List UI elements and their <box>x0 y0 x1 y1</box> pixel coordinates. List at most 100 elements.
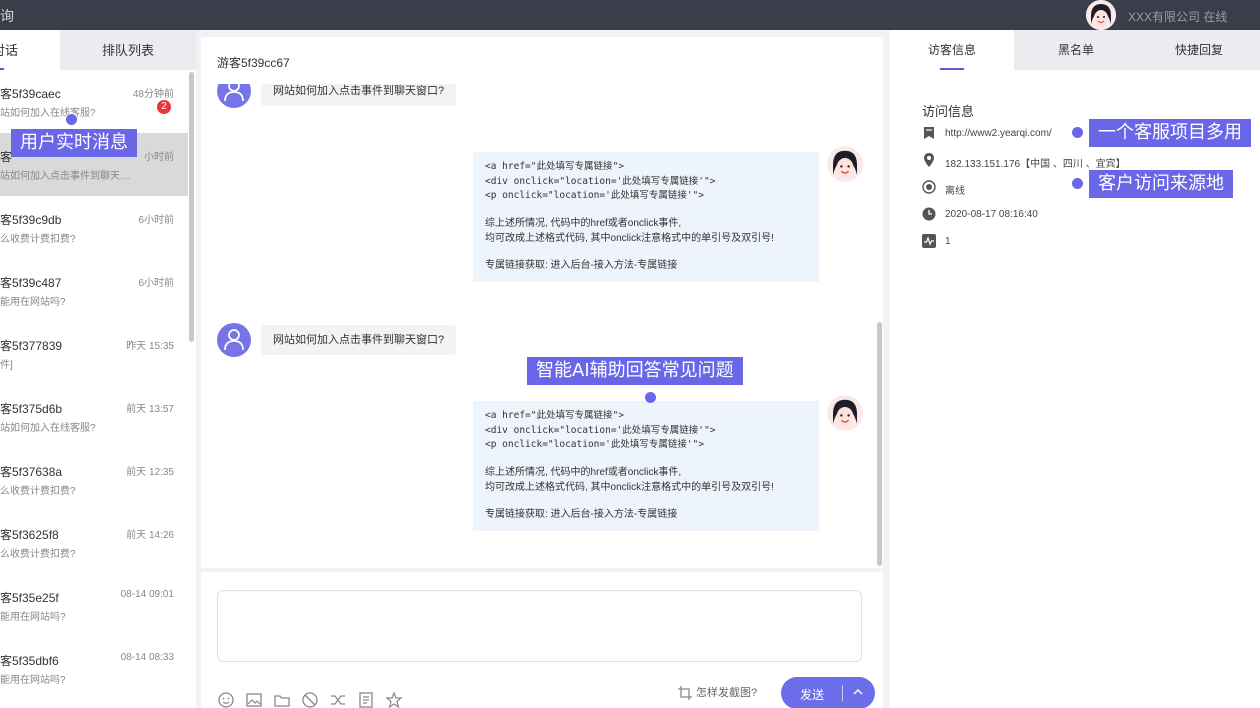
tab-queue[interactable]: 排队列表 <box>60 30 196 70</box>
app-title: 询 <box>0 8 14 24</box>
answer-line: 专属链接获取: 进入后台-接入方法-专属链接 <box>485 508 678 520</box>
folder-icon[interactable] <box>273 691 291 708</box>
activity-icon <box>922 234 936 248</box>
conversation-scrollbar[interactable] <box>189 72 194 342</box>
tab-visitor-info[interactable]: 访客信息 <box>890 30 1014 70</box>
annotation-dot <box>644 391 657 404</box>
tab-blacklist-label: 黑名单 <box>1057 43 1094 57</box>
user-icon <box>224 329 244 351</box>
message-composer: 怎样发截图? 发送 <box>201 572 883 708</box>
tab-quick-reply[interactable]: 快捷回复 <box>1138 30 1260 70</box>
visit-status: 离线 <box>945 186 965 197</box>
chat-scrollbar[interactable] <box>877 322 882 566</box>
smile-icon[interactable] <box>217 691 235 708</box>
screenshot-help-label: 怎样发截图? <box>696 687 758 699</box>
visitor-name: 客5f35dbf6 <box>0 654 59 668</box>
visit-location: 182.133.151.176【中国 、四川 、宜宾】 <box>945 159 1126 170</box>
message-preview: 站如何加入在线客服? <box>0 108 96 119</box>
chat-visitor-name: 游客5f39cc67 <box>217 56 290 70</box>
message-input[interactable] <box>217 590 862 662</box>
send-button-label: 发送 <box>800 688 825 702</box>
visit-count: 1 <box>945 236 951 247</box>
tab-visitor-info-label: 访客信息 <box>927 43 976 57</box>
star-icon[interactable] <box>385 691 403 708</box>
info-tabs: 访客信息 黑名单 快捷回复 <box>890 30 1260 70</box>
message-preview: 么收费计费扣费? <box>0 234 76 245</box>
list-item[interactable]: 客5f377839 昨天 15:35 件] <box>0 322 188 385</box>
visitor-name: 客5f39c9db <box>0 213 62 227</box>
bookmark-icon <box>924 127 934 139</box>
visitor-name: 客5f3625f8 <box>0 528 59 542</box>
message-time: 小时前 <box>144 152 174 163</box>
message-preview: 站如何加入在线客服? <box>0 423 96 434</box>
answer-line: 综上述所情况, 代码中的href或者onclick事件, <box>485 466 682 478</box>
agent-face-icon <box>827 146 863 182</box>
list-item[interactable]: 客5f39caec 48分钟前 站如何加入在线客服? 2 <box>0 70 188 133</box>
message-preview: 么收费计费扣费? <box>0 549 76 560</box>
list-item[interactable]: 客5f35e25f 08-14 09:01 能用在网站吗? <box>0 574 188 637</box>
visit-url[interactable]: http://www2.yearqi.com/ <box>945 128 1052 139</box>
visitor-avatar <box>217 84 251 108</box>
unread-badge: 2 <box>157 100 171 114</box>
chat-messages: 网站如何加入点击事件到聊天窗口? <a href="此处填写专属链接"> <di… <box>201 84 883 568</box>
agent-face-icon <box>827 395 863 431</box>
top-bar: 询 XXX有限公司 在线 <box>0 0 1260 30</box>
visitor-name: 客5f377839 <box>0 339 63 353</box>
visitor-avatar <box>217 323 251 357</box>
message-time: 前天 12:35 <box>126 467 174 478</box>
agent-message: <a href="此处填写专属链接"> <div onclick="locati… <box>473 152 819 282</box>
tab-blacklist[interactable]: 黑名单 <box>1014 30 1138 70</box>
message-time: 08-14 08:33 <box>120 652 174 663</box>
annotation-dot <box>1071 126 1084 139</box>
answer-line: 综上述所情况, 代码中的href或者onclick事件, <box>485 217 682 229</box>
user-icon <box>224 84 244 102</box>
answer-line: 均可改成上述格式代码, 其中onclick注意格式中的单引号及双引号! <box>485 481 774 493</box>
message-time: 6小时前 <box>138 278 174 289</box>
visitor-name: 客5f35e25f <box>0 591 59 605</box>
agent-avatar[interactable] <box>1086 0 1116 30</box>
chevron-up-icon[interactable] <box>851 685 865 699</box>
list-item[interactable]: 客5f39c487 6小时前 能用在网站吗? <box>0 259 188 322</box>
image-icon[interactable] <box>245 691 263 708</box>
annotation-source: 客户访问来源地 <box>1089 170 1233 198</box>
clock-icon <box>922 207 936 221</box>
visitor-message: 网站如何加入点击事件到聊天窗口? <box>261 84 457 106</box>
transfer-icon[interactable] <box>329 691 347 708</box>
answer-code: <a href="此处填写专属链接"> <div onclick="locati… <box>485 161 716 201</box>
location-icon <box>924 153 934 167</box>
crop-icon <box>678 686 692 701</box>
message-preview: 站如何加入点击事件到聊天… <box>0 171 130 182</box>
agent-avatar <box>827 146 863 182</box>
message-preview: 能用在网站吗? <box>0 297 66 308</box>
message-time: 前天 14:26 <box>126 530 174 541</box>
tab-conversations[interactable]: 对话 <box>0 30 60 70</box>
visit-time: 2020-08-17 08:16:40 <box>945 209 1038 220</box>
list-item[interactable]: 客5f35dbf6 08-14 08:33 能用在网站吗? <box>0 637 188 700</box>
answer-line: 均可改成上述格式代码, 其中onclick注意格式中的单引号及双引号! <box>485 232 774 244</box>
visitor-name: 客5f39c487 <box>0 276 62 290</box>
list-item[interactable]: 客5f3625f8 前天 14:26 么收费计费扣费? <box>0 511 188 574</box>
message-time: 昨天 15:35 <box>126 341 174 352</box>
send-button[interactable]: 发送 <box>781 677 875 708</box>
list-item[interactable]: 客5f39c9db 6小时前 么收费计费扣费? <box>0 196 188 259</box>
answer-line: 专属链接获取: 进入后台-接入方法-专属链接 <box>485 259 678 271</box>
visit-info-title: 访问信息 <box>922 104 975 119</box>
message-time: 08-14 09:01 <box>120 589 174 600</box>
tab-quick-reply-label: 快捷回复 <box>1174 43 1223 57</box>
visitor-message: 网站如何加入点击事件到聊天窗口? <box>261 325 457 355</box>
annotation-dot <box>1071 177 1084 190</box>
screenshot-help-link[interactable]: 怎样发截图? <box>678 684 758 701</box>
block-icon[interactable] <box>301 691 319 708</box>
visitor-name: 客5f375d6b <box>0 402 63 416</box>
message-time: 6小时前 <box>138 215 174 226</box>
annotation-multi: 一个客服项目多用 <box>1089 119 1251 147</box>
chat-header: 游客5f39cc67 <box>201 37 883 84</box>
message-time: 前天 13:57 <box>126 404 174 415</box>
visitor-name: 客5f37638a <box>0 465 63 479</box>
visitor-name: 客5f39caec <box>0 87 61 101</box>
list-item[interactable]: 客5f375d6b 前天 13:57 站如何加入在线客服? <box>0 385 188 448</box>
list-item[interactable]: 客5f37638a 前天 12:35 么收费计费扣费? <box>0 448 188 511</box>
annotation-ai: 智能AI辅助回答常见问题 <box>527 357 743 385</box>
doc-icon[interactable] <box>357 691 375 708</box>
agent-face-icon <box>1086 0 1116 30</box>
